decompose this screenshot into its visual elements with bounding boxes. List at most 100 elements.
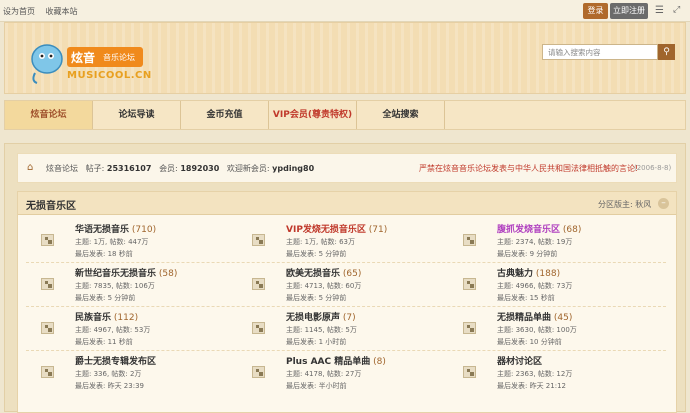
forum-name[interactable]: 民族音乐 (112) (75, 310, 138, 323)
top-links: 设为首页 收藏本站 (3, 6, 86, 17)
members-label: 会员: (159, 164, 178, 173)
forum-icon[interactable] (252, 234, 265, 246)
forum-item[interactable]: 器材讨论区 主题: 2363, 帖数: 12万 最后发表: 昨天 21:12 (463, 354, 663, 398)
forum-icon[interactable] (41, 366, 54, 378)
forum-stats: 主题: 4967, 帖数: 53万 (75, 326, 151, 334)
nav-site-search[interactable]: 全站搜索 (357, 101, 445, 129)
forum-name[interactable]: Plus AAC 精品单曲 (8) (286, 354, 386, 367)
row-divider (26, 306, 666, 307)
forum-last-post[interactable]: 最后发表: 昨天 23:39 (75, 381, 144, 391)
forum-icon[interactable] (252, 322, 265, 334)
announcement-link[interactable]: 严禁在炫音音乐论坛发表与中华人民共和国法律相抵触的言论! (419, 163, 638, 174)
forum-today-count: (45) (551, 313, 573, 323)
forum-stats: 主题: 3630, 帖数: 100万 (497, 326, 577, 334)
forum-title[interactable]: 腹抓发烧音乐区 (497, 225, 560, 235)
forum-item[interactable]: 新世纪音乐无损音乐 (58) 主题: 7835, 帖数: 106万 最后发表: 5 … (41, 266, 241, 310)
forum-item[interactable]: 华语无损音乐 (710) 主题: 1万, 帖数: 447万 最后发表: 18 秒前 (41, 222, 241, 266)
new-member-link[interactable]: ypding80 (272, 164, 314, 173)
forum-name[interactable]: 新世纪音乐无损音乐 (58) (75, 266, 177, 279)
search-input[interactable]: 请输入搜索内容 (542, 44, 658, 60)
forum-stats: 主题: 4178, 帖数: 27万 (286, 370, 362, 378)
forum-title[interactable]: 华语无损音乐 (75, 225, 129, 235)
section-title[interactable]: 无损音乐区 (26, 197, 76, 212)
home-icon[interactable]: ⌂ (27, 162, 33, 173)
forum-item[interactable]: 腹抓发烧音乐区 (68) 主题: 2374, 帖数: 19万 最后发表: 9 分钟前 (463, 222, 663, 266)
forum-stats: 主题: 1万, 帖数: 447万 (75, 238, 149, 246)
forum-icon[interactable] (41, 322, 54, 334)
expand-icon[interactable]: ⤢ (673, 5, 680, 15)
breadcrumb-forum-link[interactable]: 炫音论坛 (46, 164, 78, 173)
forum-last-post[interactable]: 最后发表: 15 秒前 (497, 293, 555, 303)
forum-icon[interactable] (463, 234, 476, 246)
section-moderator[interactable]: 分区版主: 秋风 (598, 199, 651, 210)
forum-title[interactable]: Plus AAC 精品单曲 (286, 357, 370, 367)
forum-last-post[interactable]: 最后发表: 5 分钟前 (286, 249, 346, 259)
forum-last-post[interactable]: 最后发表: 昨天 21:12 (497, 381, 566, 391)
forum-last-post[interactable]: 最后发表: 5 分钟前 (286, 293, 346, 303)
nav-vip[interactable]: VIP会员(尊贵特权) (269, 101, 357, 129)
forum-name[interactable]: 古典魅力 (188) (497, 266, 560, 279)
set-homepage-link[interactable]: 设为首页 (3, 7, 35, 16)
forum-title[interactable]: 无损精品单曲 (497, 313, 551, 323)
nav-forum-home[interactable]: 炫音论坛 (5, 101, 93, 129)
forum-name[interactable]: 爵士无损专辑发布区 (75, 354, 156, 367)
forum-icon[interactable] (41, 278, 54, 290)
forum-name[interactable]: VIP发烧无损音乐区 (71) (286, 222, 387, 235)
forum-name[interactable]: 无损精品单曲 (45) (497, 310, 572, 323)
forum-title[interactable]: 无损电影原声 (286, 313, 340, 323)
forum-title[interactable]: 民族音乐 (75, 313, 111, 323)
collapse-icon[interactable]: – (658, 198, 669, 209)
forum-last-post[interactable]: 最后发表: 5 分钟前 (75, 293, 135, 303)
forum-icon[interactable] (463, 322, 476, 334)
forum-title[interactable]: VIP发烧无损音乐区 (286, 225, 366, 235)
forum-name[interactable]: 华语无损音乐 (710) (75, 222, 156, 235)
forum-item[interactable]: Plus AAC 精品单曲 (8) 主题: 4178, 帖数: 27万 最后发表: … (252, 354, 452, 398)
forum-today-count: (188) (533, 269, 561, 279)
posts-label: 帖子: (85, 164, 105, 173)
forum-icon[interactable] (252, 366, 265, 378)
bookmark-link[interactable]: 收藏本站 (46, 7, 78, 16)
forum-name[interactable]: 无损电影原声 (7) (286, 310, 356, 323)
search-icon: ⚲ (663, 47, 670, 57)
forum-name[interactable]: 器材讨论区 (497, 354, 542, 367)
nav-coin-recharge[interactable]: 金币充值 (181, 101, 269, 129)
forum-title[interactable]: 器材讨论区 (497, 357, 542, 367)
forum-item[interactable]: 民族音乐 (112) 主题: 4967, 帖数: 53万 最后发表: 11 秒前 (41, 310, 241, 354)
forum-item[interactable]: 无损电影原声 (7) 主题: 1145, 帖数: 5万 最后发表: 1 小时前 (252, 310, 452, 354)
forum-icon[interactable] (463, 278, 476, 290)
forum-item[interactable]: 古典魅力 (188) 主题: 4966, 帖数: 73万 最后发表: 15 秒前 (463, 266, 663, 310)
forum-last-post[interactable]: 最后发表: 18 秒前 (75, 249, 133, 259)
forum-stats: 主题: 2374, 帖数: 19万 (497, 238, 573, 246)
forum-title[interactable]: 新世纪音乐无损音乐 (75, 269, 156, 279)
forum-name[interactable]: 欧美无损音乐 (65) (286, 266, 361, 279)
forum-last-post[interactable]: 最后发表: 10 分钟前 (497, 337, 562, 347)
forum-stats: 主题: 4966, 帖数: 73万 (497, 282, 573, 290)
nav-guide[interactable]: 论坛导读 (93, 101, 181, 129)
forum-title[interactable]: 欧美无损音乐 (286, 269, 340, 279)
forum-last-post[interactable]: 最后发表: 1 小时前 (286, 337, 346, 347)
forum-icon[interactable] (252, 278, 265, 290)
forum-today-count: (8) (370, 357, 386, 367)
forum-title[interactable]: 古典魅力 (497, 269, 533, 279)
forum-item[interactable]: 欧美无损音乐 (65) 主题: 4713, 帖数: 60万 最后发表: 5 分钟前 (252, 266, 452, 310)
forum-today-count: (58) (156, 269, 178, 279)
register-button[interactable]: 立即注册 (610, 3, 648, 19)
forum-last-post[interactable]: 最后发表: 半小时前 (286, 381, 347, 391)
site-logo[interactable]: 炫音 音乐论坛 MUSICOOL.CN (27, 37, 151, 89)
forum-title[interactable]: 爵士无损专辑发布区 (75, 357, 156, 367)
forum-name[interactable]: 腹抓发烧音乐区 (68) (497, 222, 581, 235)
posts-count: 25316107 (106, 164, 152, 173)
main-nav: 炫音论坛 论坛导读 金币充值 VIP会员(尊贵特权) 全站搜索 (4, 100, 686, 130)
forum-item[interactable]: 爵士无损专辑发布区 主题: 336, 帖数: 2万 最后发表: 昨天 23:39 (41, 354, 241, 398)
forum-stats: 主题: 1145, 帖数: 5万 (286, 326, 357, 334)
login-button[interactable]: 登录 (583, 3, 608, 19)
forum-item[interactable]: VIP发烧无损音乐区 (71) 主题: 1万, 帖数: 63万 最后发表: 5 分钟… (252, 222, 452, 266)
forum-last-post[interactable]: 最后发表: 9 分钟前 (497, 249, 557, 259)
forum-icon[interactable] (463, 366, 476, 378)
forum-item[interactable]: 无损精品单曲 (45) 主题: 3630, 帖数: 100万 最后发表: 10 分钟… (463, 310, 663, 354)
forum-stats: 主题: 4713, 帖数: 60万 (286, 282, 362, 290)
menu-icon[interactable]: ☰ (655, 5, 664, 16)
search-button[interactable]: ⚲ (658, 44, 675, 60)
forum-last-post[interactable]: 最后发表: 11 秒前 (75, 337, 133, 347)
forum-icon[interactable] (41, 234, 54, 246)
